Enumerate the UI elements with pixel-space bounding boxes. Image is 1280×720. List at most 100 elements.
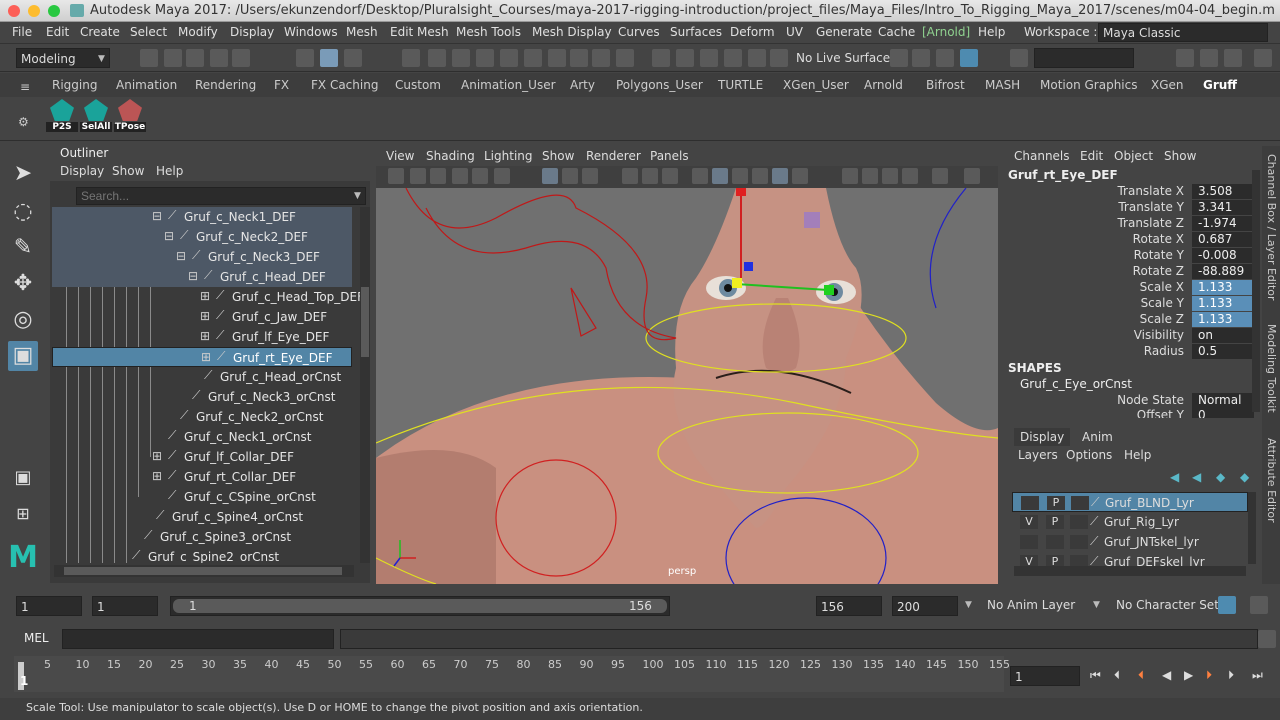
shelf-menu-icon[interactable]: ≡ — [20, 80, 30, 94]
layer-row[interactable]: P ⟋ Gruf_BLND_Lyr — [1012, 492, 1248, 512]
expand-toggle-icon[interactable]: ⊟ — [164, 229, 174, 243]
open-scene-icon[interactable] — [164, 49, 182, 67]
menu-display[interactable]: Display — [230, 25, 274, 39]
step-forward-icon[interactable]: ⏵ — [1228, 668, 1234, 683]
viewport-panel[interactable]: View Shading Lighting Show Renderer Pane… — [376, 146, 998, 584]
menu-modify[interactable]: Modify — [178, 25, 218, 39]
menu-mesh[interactable]: Mesh — [346, 25, 378, 39]
range-slider[interactable]: 1 156 — [170, 596, 670, 616]
layer-playback-toggle[interactable]: P — [1046, 515, 1064, 529]
shelf-tab-bifrost[interactable]: Bifrost — [926, 78, 965, 92]
shelf-tab-animation[interactable]: Animation — [116, 78, 177, 92]
lasso-tool-icon[interactable]: ◌ — [8, 197, 38, 227]
menu-edit[interactable]: Edit — [46, 25, 69, 39]
toggle-sidebar-icon[interactable] — [1176, 49, 1194, 67]
shelf-tab-fx-caching[interactable]: FX Caching — [311, 78, 378, 92]
outliner-horizontal-scrollbar[interactable] — [54, 565, 354, 577]
expand-toggle-icon[interactable]: ⊞ — [200, 289, 210, 303]
input-ops-icon[interactable] — [548, 49, 566, 67]
channel-row[interactable]: Visibility on — [1004, 328, 1254, 344]
prev-key-icon[interactable]: ⏴ — [1138, 668, 1144, 683]
hypershade-icon[interactable] — [960, 49, 978, 67]
shape-name[interactable]: Gruf_c_Eye_orCnst — [1020, 377, 1132, 391]
menu-generate[interactable]: Generate — [816, 25, 872, 39]
outliner-row[interactable]: ⊞ ⟋ Gruf_c_Jaw_DEF — [52, 307, 352, 327]
tab-attribute-editor[interactable]: Attribute Editor — [1265, 438, 1278, 523]
viewport-menu-panels[interactable]: Panels — [650, 149, 689, 163]
mel-input[interactable] — [62, 629, 334, 649]
layer-menu-layers[interactable]: Layers — [1018, 448, 1058, 462]
textured-icon[interactable] — [752, 168, 768, 184]
channel-value-field[interactable]: 0.687 — [1192, 232, 1254, 247]
expand-toggle-icon[interactable]: ⊞ — [200, 329, 210, 343]
next-key-icon[interactable]: ⏵ — [1206, 668, 1212, 683]
snap-view-plane-icon[interactable] — [500, 49, 518, 67]
field-chart-icon[interactable] — [642, 168, 658, 184]
film-gate-icon[interactable] — [562, 168, 578, 184]
character-set-dropdown[interactable]: No Character Set — [1116, 598, 1219, 612]
shelf-tab-polygons-user[interactable]: Polygons_User — [616, 78, 703, 92]
scale-manipulator-y-handle[interactable] — [736, 188, 746, 196]
current-frame-field[interactable]: 1 — [1010, 666, 1080, 686]
viewport-menu-renderer[interactable]: Renderer — [586, 149, 641, 163]
toggle-attribute-editor-icon[interactable] — [1224, 49, 1242, 67]
outliner-row[interactable]: ⊟ ⟋ Gruf_c_Neck3_DEF — [52, 247, 352, 267]
layer-horizontal-scrollbar[interactable] — [1014, 566, 1246, 576]
channels-menu-channels[interactable]: Channels — [1014, 149, 1070, 163]
channel-row[interactable]: Scale X 1.133 — [1004, 280, 1254, 296]
channel-value-field[interactable]: -88.889 — [1192, 264, 1254, 279]
channel-value-field[interactable]: -0.008 — [1192, 248, 1254, 263]
shelf-tab-custom[interactable]: Custom — [395, 78, 441, 92]
channel-label[interactable]: Rotate Z — [1133, 264, 1184, 278]
two-sided-lighting-icon[interactable] — [964, 168, 980, 184]
channel-label[interactable]: Translate X — [1117, 184, 1184, 198]
channel-row[interactable]: Translate Y 3.341 — [1004, 200, 1254, 216]
render-settings-icon[interactable] — [936, 49, 954, 67]
channel-row[interactable]: Translate Z -1.974 — [1004, 216, 1254, 232]
single-view-icon[interactable]: ▣ — [8, 463, 38, 493]
menu-create[interactable]: Create — [80, 25, 120, 39]
layer-playback-toggle[interactable] — [1046, 535, 1064, 549]
shelf-tab-xgen[interactable]: XGen — [1151, 78, 1184, 92]
2d-pan-icon[interactable] — [472, 168, 488, 184]
channel-row[interactable]: Rotate Y -0.008 — [1004, 248, 1254, 264]
scale-manipulator-x-handle[interactable] — [824, 285, 834, 295]
channel-row[interactable]: Scale Y 1.133 — [1004, 296, 1254, 312]
select-hierarchy-icon[interactable] — [296, 49, 314, 67]
animation-start-field[interactable]: 1 — [16, 596, 82, 616]
shelf-settings-icon[interactable]: ⚙ — [18, 115, 29, 129]
selall-button[interactable]: SelAll — [80, 99, 112, 135]
outliner-menu-show[interactable]: Show — [112, 164, 144, 178]
outliner-row[interactable]: ⟋ Gruf_c_Spine3_orCnst — [52, 527, 352, 547]
expand-toggle-icon[interactable]: ⊞ — [201, 350, 211, 364]
select-object-icon[interactable] — [320, 49, 338, 67]
camera-icon[interactable] — [388, 168, 404, 184]
channel-label[interactable]: Translate Y — [1118, 200, 1184, 214]
search-options-icon[interactable]: ▼ — [354, 191, 361, 201]
viewport-menu-lighting[interactable]: Lighting — [484, 149, 533, 163]
preferences-icon[interactable] — [1250, 596, 1268, 614]
go-to-end-icon[interactable]: ⏭ — [1252, 668, 1263, 683]
outliner-vertical-scrollbar[interactable] — [360, 207, 370, 563]
layout-icon[interactable]: ⊞ — [8, 499, 38, 529]
channel-value-field[interactable]: 0.5 — [1192, 344, 1254, 359]
channel-row[interactable]: Translate X 3.508 — [1004, 184, 1254, 200]
shelf-tab-rendering[interactable]: Rendering — [195, 78, 256, 92]
channel-row[interactable]: Rotate Z -88.889 — [1004, 264, 1254, 280]
viewport-scene[interactable] — [376, 188, 998, 584]
smooth-shade-icon[interactable] — [712, 168, 728, 184]
step-back-icon[interactable]: ⏴ — [1114, 668, 1120, 683]
grid-icon[interactable] — [542, 168, 558, 184]
play-forward-icon[interactable]: ▶ — [1184, 668, 1193, 682]
menu-select[interactable]: Select — [130, 25, 167, 39]
shelf-tab-xgen-user[interactable]: XGen_User — [783, 78, 849, 92]
outliner-row[interactable]: ⟋ Gruf_c_Spine2_orCnst — [52, 547, 352, 563]
channel-label[interactable]: Scale Y — [1141, 296, 1184, 310]
snap-normal-icon[interactable] — [700, 49, 718, 67]
layer-row[interactable]: ⟋ Gruf_JNTskel_lyr — [1012, 532, 1248, 552]
isolate-select-icon[interactable] — [932, 168, 948, 184]
menu-surfaces[interactable]: Surfaces — [670, 25, 722, 39]
wireframe-on-shaded-icon[interactable] — [732, 168, 748, 184]
input-box-icon[interactable] — [1010, 49, 1028, 67]
toggle-tool-settings-icon[interactable] — [1254, 49, 1272, 67]
